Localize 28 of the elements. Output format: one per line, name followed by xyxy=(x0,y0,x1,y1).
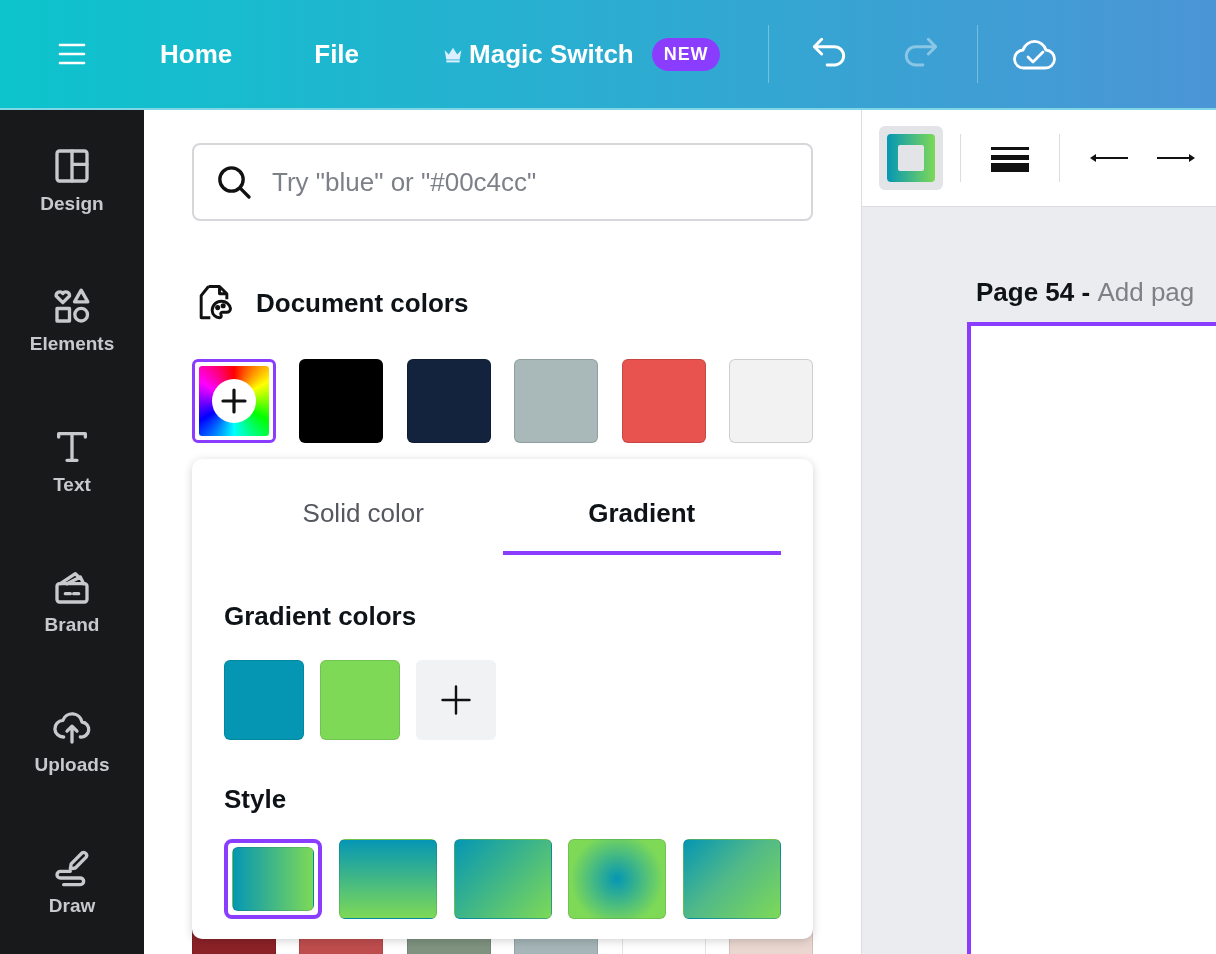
color-swatch[interactable] xyxy=(299,359,384,443)
picker-tab[interactable]: Solid color xyxy=(224,459,503,555)
new-badge: NEW xyxy=(651,37,721,71)
sidebar-item[interactable]: Text xyxy=(0,392,144,533)
sidebar-item[interactable]: Elements xyxy=(0,252,144,393)
add-gradient-color-button[interactable] xyxy=(416,660,496,740)
color-swatch[interactable] xyxy=(406,359,491,443)
color-swatch[interactable] xyxy=(514,359,599,443)
gradient-color-swatch[interactable] xyxy=(320,660,400,740)
section-title: Style xyxy=(224,783,288,816)
gradient-style-option[interactable] xyxy=(224,839,322,919)
search-input[interactable]: Try "blue" or "#00c4cc" xyxy=(272,162,791,202)
sidebar-item[interactable]: Brand xyxy=(0,533,144,674)
color-swatch[interactable] xyxy=(728,359,813,443)
color-swatch[interactable] xyxy=(621,359,706,443)
section-title: Gradient colors xyxy=(224,600,418,633)
sidebar-item[interactable]: Uploads xyxy=(0,673,144,814)
gradient-color-button[interactable] xyxy=(879,126,943,190)
plus-icon xyxy=(438,682,474,718)
section-title: Document colors xyxy=(256,286,469,320)
page-title: Page 54 - xyxy=(976,277,1092,307)
sidebar-item[interactable]: Design xyxy=(0,112,144,253)
gradient-color-swatch[interactable] xyxy=(224,660,304,740)
search-field[interactable]: Try "blue" or "#00c4cc" xyxy=(192,143,813,221)
plus-icon xyxy=(210,377,258,425)
sidebar-item[interactable]: Draw xyxy=(0,813,144,954)
add-color-swatch[interactable] xyxy=(192,359,276,443)
picker-tab[interactable]: Gradient xyxy=(502,459,781,555)
